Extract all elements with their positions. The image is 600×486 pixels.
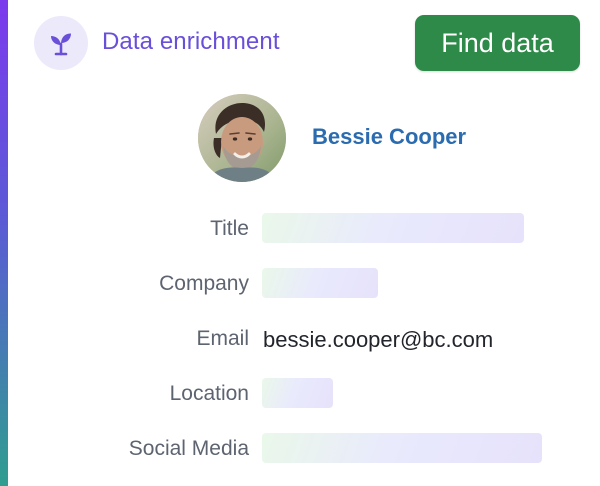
header-icon-badge [34,16,88,70]
find-data-button[interactable]: Find data [415,15,580,71]
company-label: Company [159,272,249,295]
profile-name[interactable]: Bessie Cooper [312,124,466,150]
location-label: Location [169,382,249,405]
sprout-icon [51,33,71,56]
location-value-placeholder [262,378,333,408]
company-value-placeholder [262,268,378,298]
header-title: Data enrichment [102,28,280,55]
data-enrichment-card: Data enrichment Find data Bessie Cooper … [0,0,600,486]
email-value: bessie.cooper@bc.com [263,327,494,352]
avatar [198,94,286,182]
title-value-placeholder [262,213,524,243]
social-media-value-placeholder [262,433,542,463]
email-label: Email [196,327,249,350]
title-label: Title [210,217,249,240]
side-accent-strip [0,0,8,486]
social-media-label: Social Media [128,437,249,460]
avatar-photo [198,94,286,182]
